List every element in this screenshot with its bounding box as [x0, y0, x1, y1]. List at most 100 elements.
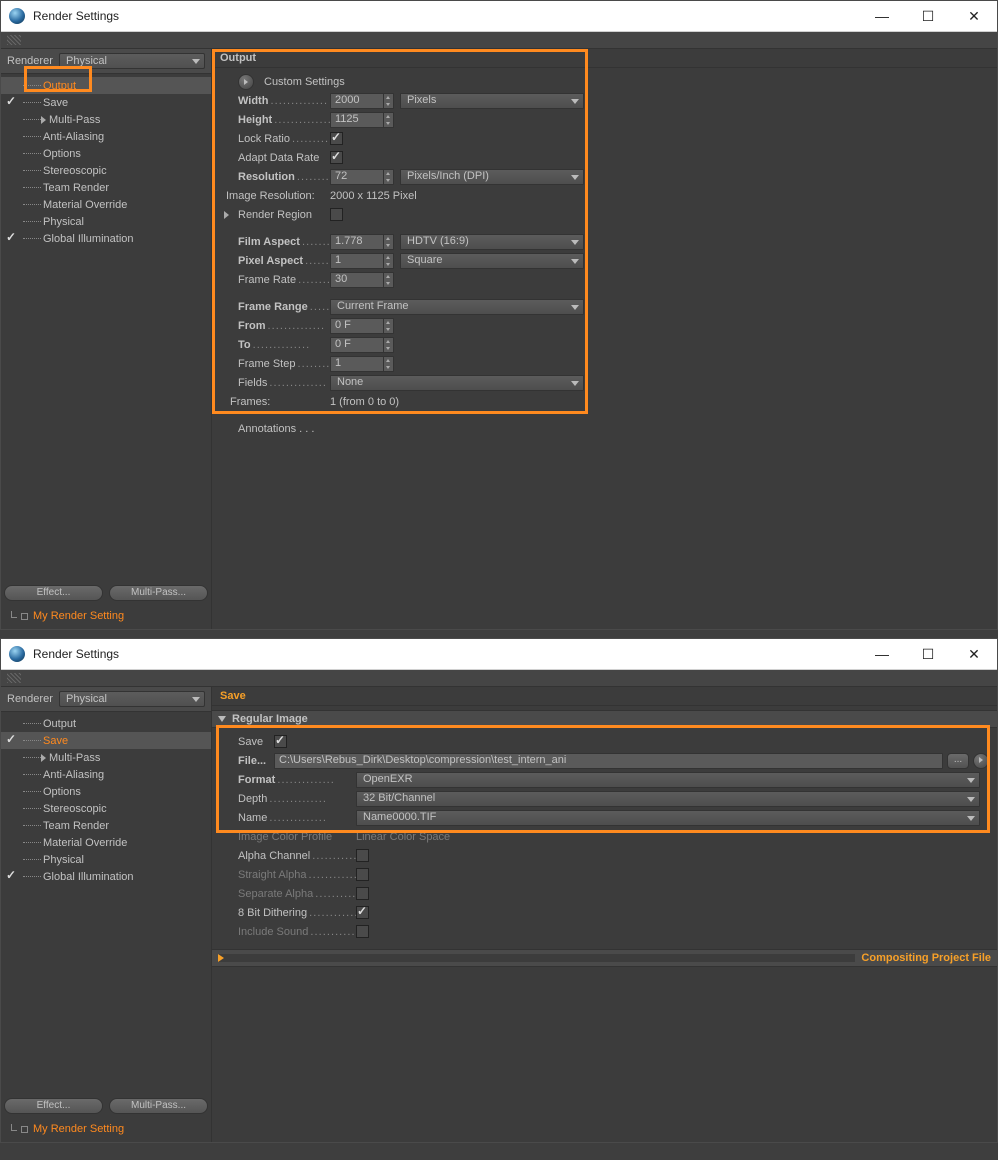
tree-item-stereoscopic[interactable]: Stereoscopic — [1, 800, 211, 817]
tree-item-material-override[interactable]: Material Override — [1, 834, 211, 851]
preset-play-icon[interactable] — [238, 74, 254, 90]
tree-label: Options — [43, 786, 81, 798]
maximize-button[interactable]: ☐ — [905, 1, 951, 31]
fields-dropdown[interactable]: None — [330, 375, 584, 391]
file-open-button[interactable] — [973, 753, 989, 769]
compositing-section[interactable]: Compositing Project File — [212, 949, 997, 967]
left-panel: Renderer Physical OutputSaveMulti-Pass An… — [1, 687, 212, 1142]
effect-button[interactable]: Effect... — [4, 585, 103, 601]
multipass-button[interactable]: Multi-Pass... — [109, 585, 208, 601]
render-setting-row[interactable]: My Render Setting — [4, 607, 208, 625]
tree-item-options[interactable]: Options — [1, 145, 211, 162]
tree-checkbox[interactable] — [5, 734, 18, 747]
from-field[interactable]: 0 F — [330, 318, 394, 334]
width-field[interactable]: 2000 — [330, 93, 394, 109]
tree-item-multi-pass[interactable]: Multi-Pass — [1, 111, 211, 128]
to-field[interactable]: 0 F — [330, 337, 394, 353]
effect-button[interactable]: Effect... — [4, 1098, 103, 1114]
renderer-label: Renderer — [7, 693, 59, 705]
minimize-button[interactable]: — — [859, 639, 905, 669]
tree-item-physical[interactable]: Physical — [1, 851, 211, 868]
render-region-expander-icon[interactable] — [224, 211, 229, 219]
tree-checkbox[interactable] — [5, 164, 18, 177]
pixel-aspect-field[interactable]: 1 — [330, 253, 394, 269]
resolution-unit-dropdown[interactable]: Pixels/Inch (DPI) — [400, 169, 584, 185]
tree-item-output[interactable]: Output — [1, 77, 211, 94]
tree-item-stereoscopic[interactable]: Stereoscopic — [1, 162, 211, 179]
renderer-label: Renderer — [7, 55, 59, 67]
close-button[interactable]: ✕ — [951, 639, 997, 669]
tree-item-team-render[interactable]: Team Render — [1, 179, 211, 196]
name-dropdown[interactable]: Name0000.TIF — [356, 810, 980, 826]
tree-item-save[interactable]: Save — [1, 732, 211, 749]
tree-checkbox[interactable] — [5, 836, 18, 849]
tree-checkbox[interactable] — [5, 819, 18, 832]
grip-icon[interactable] — [7, 673, 21, 683]
frames-label: Frames: — [230, 396, 330, 408]
render-region-checkbox[interactable] — [330, 208, 343, 221]
adapt-checkbox[interactable] — [330, 151, 343, 164]
expand-icon[interactable] — [41, 754, 46, 762]
tree-checkbox[interactable] — [5, 96, 18, 109]
branch-icon — [6, 1124, 17, 1135]
resolution-field[interactable]: 72 — [330, 169, 394, 185]
tree-item-anti-aliasing[interactable]: Anti-Aliasing — [1, 128, 211, 145]
tree-label: Global Illumination — [43, 871, 134, 883]
tree-checkbox[interactable] — [5, 181, 18, 194]
tree-checkbox[interactable] — [5, 198, 18, 211]
film-aspect-field[interactable]: 1.778 — [330, 234, 394, 250]
tree-item-material-override[interactable]: Material Override — [1, 196, 211, 213]
tree-item-global-illumination[interactable]: Global Illumination — [1, 230, 211, 247]
alpha-checkbox[interactable] — [356, 849, 369, 862]
from-label: From — [238, 320, 266, 332]
tree-item-physical[interactable]: Physical — [1, 213, 211, 230]
tree-item-anti-aliasing[interactable]: Anti-Aliasing — [1, 766, 211, 783]
maximize-button[interactable]: ☐ — [905, 639, 951, 669]
depth-dropdown[interactable]: 32 Bit/Channel — [356, 791, 980, 807]
tree-checkbox[interactable] — [5, 113, 18, 126]
width-unit-dropdown[interactable]: Pixels — [400, 93, 584, 109]
tree-label: Anti-Aliasing — [43, 769, 104, 781]
lock-ratio-checkbox[interactable] — [330, 132, 343, 145]
renderer-dropdown[interactable]: Physical — [59, 53, 205, 69]
color-profile-label: Image Color Profile — [238, 831, 356, 843]
render-setting-name: My Render Setting — [33, 1123, 124, 1135]
tree-item-output[interactable]: Output — [1, 715, 211, 732]
multipass-button[interactable]: Multi-Pass... — [109, 1098, 208, 1114]
tree-item-team-render[interactable]: Team Render — [1, 817, 211, 834]
tree-checkbox[interactable] — [5, 802, 18, 815]
tree-checkbox[interactable] — [5, 870, 18, 883]
tree-item-multi-pass[interactable]: Multi-Pass — [1, 749, 211, 766]
render-setting-row[interactable]: My Render Setting — [4, 1120, 208, 1138]
dither-label: 8 Bit Dithering — [238, 907, 356, 919]
tree-checkbox[interactable] — [5, 232, 18, 245]
titlebar[interactable]: Render Settings — ☐ ✕ — [1, 639, 997, 670]
tree-item-options[interactable]: Options — [1, 783, 211, 800]
renderer-dropdown[interactable]: Physical — [59, 691, 205, 707]
tree-checkbox[interactable] — [5, 751, 18, 764]
format-dropdown[interactable]: OpenEXR — [356, 772, 980, 788]
titlebar[interactable]: Render Settings — ☐ ✕ — [1, 1, 997, 32]
expand-icon[interactable] — [41, 116, 46, 124]
frame-step-field[interactable]: 1 — [330, 356, 394, 372]
save-checkbox[interactable] — [274, 735, 287, 748]
frames-value: 1 (from 0 to 0) — [330, 396, 399, 408]
frame-range-dropdown[interactable]: Current Frame — [330, 299, 584, 315]
file-path-field[interactable]: C:\Users\Rebus_Dirk\Desktop\compression\… — [274, 753, 943, 769]
grip-icon[interactable] — [7, 35, 21, 45]
close-button[interactable]: ✕ — [951, 1, 997, 31]
height-field[interactable]: 1125 — [330, 112, 394, 128]
pixel-aspect-dropdown[interactable]: Square — [400, 253, 584, 269]
minimize-button[interactable]: — — [859, 1, 905, 31]
tree-item-global-illumination[interactable]: Global Illumination — [1, 868, 211, 885]
film-aspect-dropdown[interactable]: HDTV (16:9) — [400, 234, 584, 250]
tree-item-save[interactable]: Save — [1, 94, 211, 111]
regular-image-section[interactable]: Regular Image — [212, 710, 997, 728]
dither-checkbox[interactable] — [356, 906, 369, 919]
pixel-aspect-label: Pixel Aspect — [238, 255, 303, 267]
frame-rate-field[interactable]: 30 — [330, 272, 394, 288]
sound-label: Include Sound — [238, 926, 356, 938]
file-browse-button[interactable]: ... — [947, 753, 969, 769]
left-panel: Renderer Physical OutputSaveMulti-PassAn… — [1, 49, 212, 629]
branch-icon — [6, 611, 17, 622]
